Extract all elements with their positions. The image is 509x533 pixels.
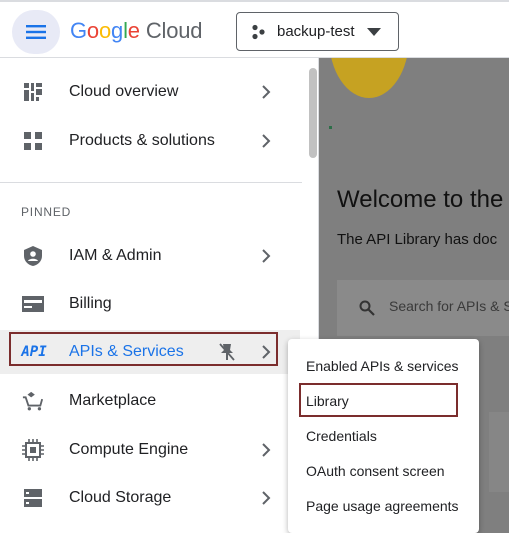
sidebar-item-products-solutions[interactable]: Products & solutions <box>0 119 300 163</box>
chevron-right-icon <box>262 491 271 505</box>
sidebar-item-label: Cloud Storage <box>69 489 172 506</box>
chevron-right-icon <box>262 85 271 99</box>
sidebar-item-compute-engine[interactable]: Compute Engine <box>0 428 300 472</box>
submenu-item-enabled-apis[interactable]: Enabled APIs & services <box>288 349 479 383</box>
sidebar-item-label: Cloud overview <box>69 83 179 100</box>
sidebar-item-marketplace[interactable]: Marketplace <box>0 379 300 423</box>
logo-letter: e <box>127 18 140 43</box>
submenu-item-page-usage[interactable]: Page usage agreements <box>288 489 479 523</box>
sidebar-item-label: Marketplace <box>69 392 157 409</box>
page-description: The API Library has doc <box>337 231 498 248</box>
dropdown-arrow-icon <box>366 27 381 36</box>
logo-letter: G <box>70 18 87 43</box>
logo-letter: o <box>98 18 112 43</box>
api-icon: API <box>19 341 49 363</box>
logo-letter: g <box>111 18 124 43</box>
pinned-section-label: PINNED <box>21 205 72 219</box>
project-icon <box>252 24 265 39</box>
logo-letter: o <box>86 18 99 43</box>
sidebar-item-label: Compute Engine <box>69 441 189 458</box>
unpin-icon[interactable] <box>219 343 235 361</box>
submenu-item-credentials[interactable]: Credentials <box>288 419 479 453</box>
billing-icon <box>22 293 44 315</box>
cart-icon <box>22 390 44 412</box>
sidebar-item-label: APIs & Services <box>69 343 184 360</box>
api-icon-text: API <box>21 344 47 360</box>
submenu-item-library[interactable]: Library <box>288 384 479 418</box>
chevron-right-icon <box>262 345 271 359</box>
sidebar-item-billing[interactable]: Billing <box>0 282 300 326</box>
hamburger-icon <box>26 25 46 39</box>
decorative-dot <box>329 126 332 129</box>
apis-services-submenu: Enabled APIs & services Library Credenti… <box>288 339 479 533</box>
top-bar: Google Cloud backup-test <box>0 0 509 58</box>
sidebar-item-apis-services[interactable]: API APIs & Services <box>0 330 300 374</box>
project-name: backup-test <box>277 23 355 40</box>
google-cloud-logo[interactable]: Google Cloud <box>70 18 202 44</box>
project-picker[interactable]: backup-test <box>236 12 399 51</box>
chevron-right-icon <box>262 443 271 457</box>
grid-icon <box>22 130 44 152</box>
dashboard-icon <box>22 81 44 103</box>
sidebar-item-label: IAM & Admin <box>69 247 162 264</box>
logo-cloud-text: Cloud <box>145 18 203 43</box>
content-panel <box>489 412 509 492</box>
sidebar-item-cloud-storage[interactable]: Cloud Storage <box>0 476 300 520</box>
sidebar-scrollbar[interactable] <box>309 68 317 158</box>
storage-icon <box>22 487 44 509</box>
search-icon <box>359 300 375 316</box>
sidebar-item-cloud-overview[interactable]: Cloud overview <box>0 70 300 114</box>
chevron-right-icon <box>262 249 271 263</box>
chip-icon <box>22 439 44 461</box>
decorative-illustration <box>329 58 409 98</box>
api-search-input[interactable] <box>389 298 509 314</box>
api-search-box[interactable] <box>337 280 509 336</box>
main-menu-button[interactable] <box>12 10 60 54</box>
page-title: Welcome to the <box>337 186 504 213</box>
sidebar-item-iam-admin[interactable]: IAM & Admin <box>0 234 300 278</box>
shield-icon <box>22 245 44 267</box>
sidebar-item-label: Products & solutions <box>69 132 215 149</box>
section-divider <box>0 182 302 183</box>
chevron-right-icon <box>262 134 271 148</box>
sidebar-item-label: Billing <box>69 295 112 312</box>
submenu-item-oauth-consent[interactable]: OAuth consent screen <box>288 454 479 488</box>
